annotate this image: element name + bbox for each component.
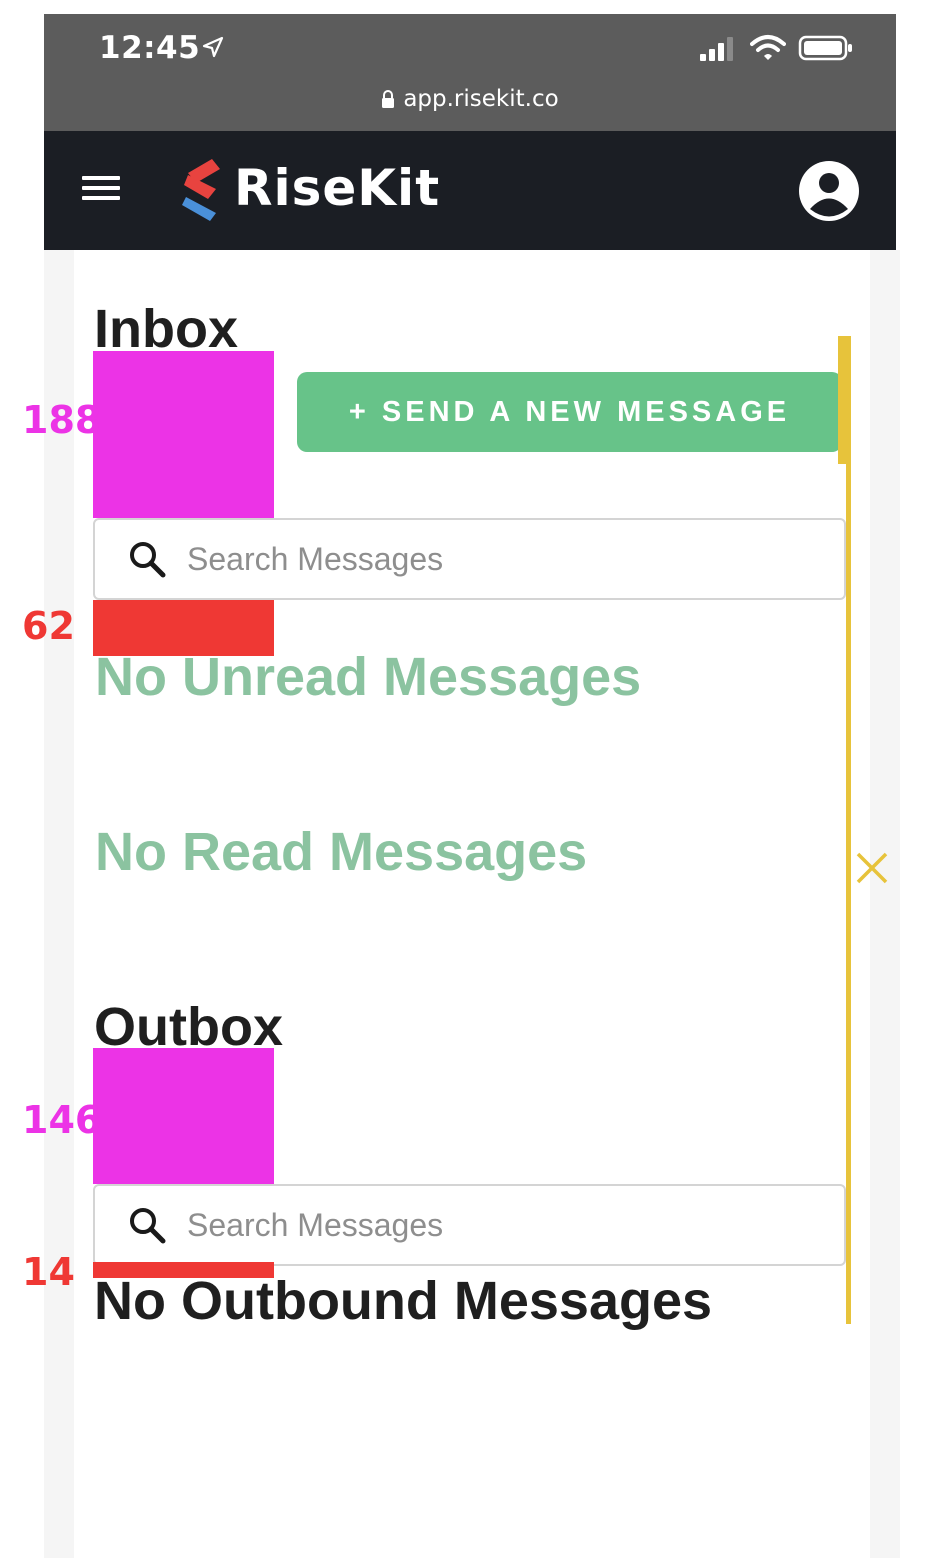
outbox-spacer-measure: 146 (22, 1098, 102, 1142)
user-profile-icon[interactable] (798, 160, 860, 222)
search-icon (130, 1208, 166, 1244)
close-icon[interactable] (855, 851, 889, 885)
address-bar[interactable]: app.risekit.co (44, 84, 896, 114)
inbox-gap-measure: 62 (22, 604, 75, 648)
brand-name[interactable]: RiseKit (234, 159, 440, 217)
outbox-search-box (93, 1184, 846, 1266)
lock-icon (382, 90, 395, 108)
outbox-search-input[interactable] (185, 1205, 789, 1245)
location-arrow-icon (202, 36, 224, 58)
inbox-search-input[interactable] (185, 539, 789, 579)
outbox-spacer-highlight (93, 1048, 274, 1184)
search-icon (130, 542, 166, 578)
app-header: RiseKit (44, 131, 896, 250)
outbox-gap-measure: 14 (22, 1250, 75, 1294)
cellular-signal-icon (700, 37, 733, 61)
battery-icon (798, 35, 852, 61)
inbox-search-box (93, 518, 846, 600)
no-outbound-messages-text: No Outbound Messages (94, 1271, 713, 1331)
left-gutter (44, 250, 74, 1558)
send-new-message-button[interactable]: + SEND A NEW MESSAGE (297, 372, 842, 452)
scroll-guide-track[interactable] (846, 336, 851, 1324)
inbox-spacer-highlight (93, 351, 274, 518)
no-unread-messages-text: No Unread Messages (95, 647, 642, 707)
status-bar: 12:45 app.risekit.co (44, 14, 896, 131)
url-text: app.risekit.co (403, 86, 559, 112)
inbox-spacer-measure: 188 (22, 398, 102, 442)
no-read-messages-text: No Read Messages (95, 822, 588, 882)
right-gutter (870, 250, 900, 1558)
wifi-icon (750, 35, 786, 60)
scroll-guide-thumb[interactable] (838, 336, 850, 464)
status-time: 12:45 (99, 30, 201, 66)
hamburger-menu-icon[interactable] (82, 176, 122, 206)
risekit-logo-icon (182, 159, 220, 221)
